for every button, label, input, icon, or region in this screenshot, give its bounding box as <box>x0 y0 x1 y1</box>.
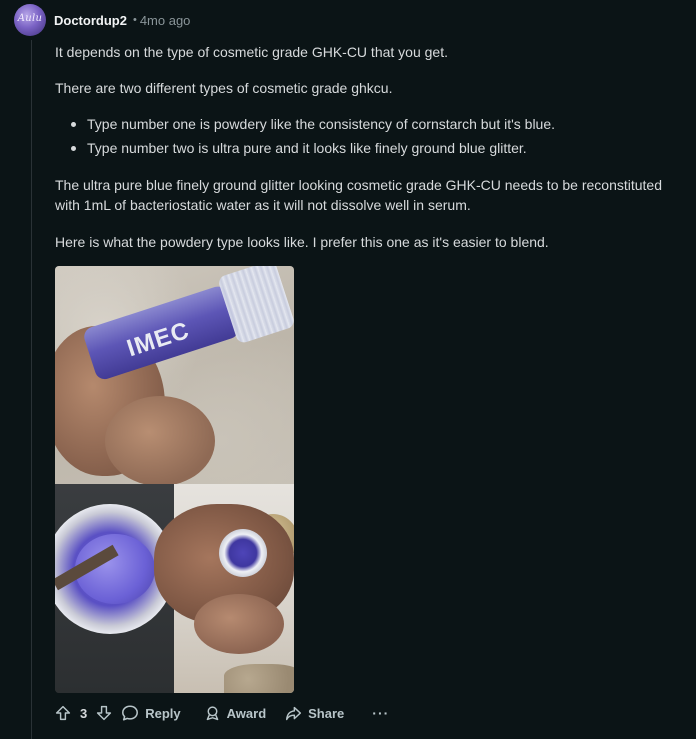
timestamp[interactable]: 4mo ago <box>140 13 191 28</box>
separator-dot: • <box>132 14 137 26</box>
share-arrow-icon <box>286 706 302 720</box>
award-button[interactable]: Award <box>204 705 267 722</box>
share-label: Share <box>308 705 345 721</box>
award-ribbon-icon <box>206 705 218 720</box>
upvote-button[interactable] <box>55 705 71 721</box>
thread-line[interactable] <box>31 40 32 739</box>
username[interactable]: Doctordup2 <box>54 13 127 28</box>
speech-bubble-icon <box>122 705 139 721</box>
vial-body: IMEC <box>81 283 242 382</box>
thumb <box>105 396 215 486</box>
countertop <box>224 664 294 693</box>
paragraph: There are two different types of cosmeti… <box>55 80 393 96</box>
avatar[interactable]: Aulu <box>14 4 46 36</box>
reply-label: Reply <box>145 705 181 721</box>
upvote-arrow-icon <box>55 705 71 721</box>
comment: Aulu Doctordup2 • 4mo ago It depends on … <box>0 0 696 739</box>
award-label: Award <box>226 705 267 721</box>
comment-actions: 3 Reply Award Share ··· <box>55 701 389 725</box>
vote-score: 3 <box>80 705 88 721</box>
downvote-arrow-icon <box>97 705 112 721</box>
downvote-button[interactable] <box>96 705 112 721</box>
paragraph: The ultra pure blue finely ground glitte… <box>55 177 662 213</box>
thumb <box>194 594 284 654</box>
mini-jar <box>219 529 267 577</box>
photo-vial: IMEC <box>55 266 294 486</box>
bullet-list: Type number one is powdery like the cons… <box>55 114 680 162</box>
list-item: Type number one is powdery like the cons… <box>55 114 680 138</box>
share-button[interactable]: Share <box>285 705 344 722</box>
list-item: Type number two is ultra pure and it loo… <box>55 138 680 162</box>
photo-jar-powder <box>55 484 175 693</box>
vial: IMEC <box>79 266 294 389</box>
avatar-text: Aulu <box>17 13 43 24</box>
paragraph: It depends on the type of cosmetic grade… <box>55 44 448 60</box>
more-options-button[interactable]: ··· <box>372 705 389 721</box>
photo-mini-jar <box>154 484 294 693</box>
comment-header: Aulu Doctordup2 • 4mo ago <box>14 4 190 36</box>
paragraph: Here is what the powdery type looks like… <box>55 234 549 250</box>
comment-image[interactable]: IMEC <box>55 266 294 693</box>
vial-label: IMEC <box>123 316 193 363</box>
reply-button[interactable]: Reply <box>121 704 181 722</box>
